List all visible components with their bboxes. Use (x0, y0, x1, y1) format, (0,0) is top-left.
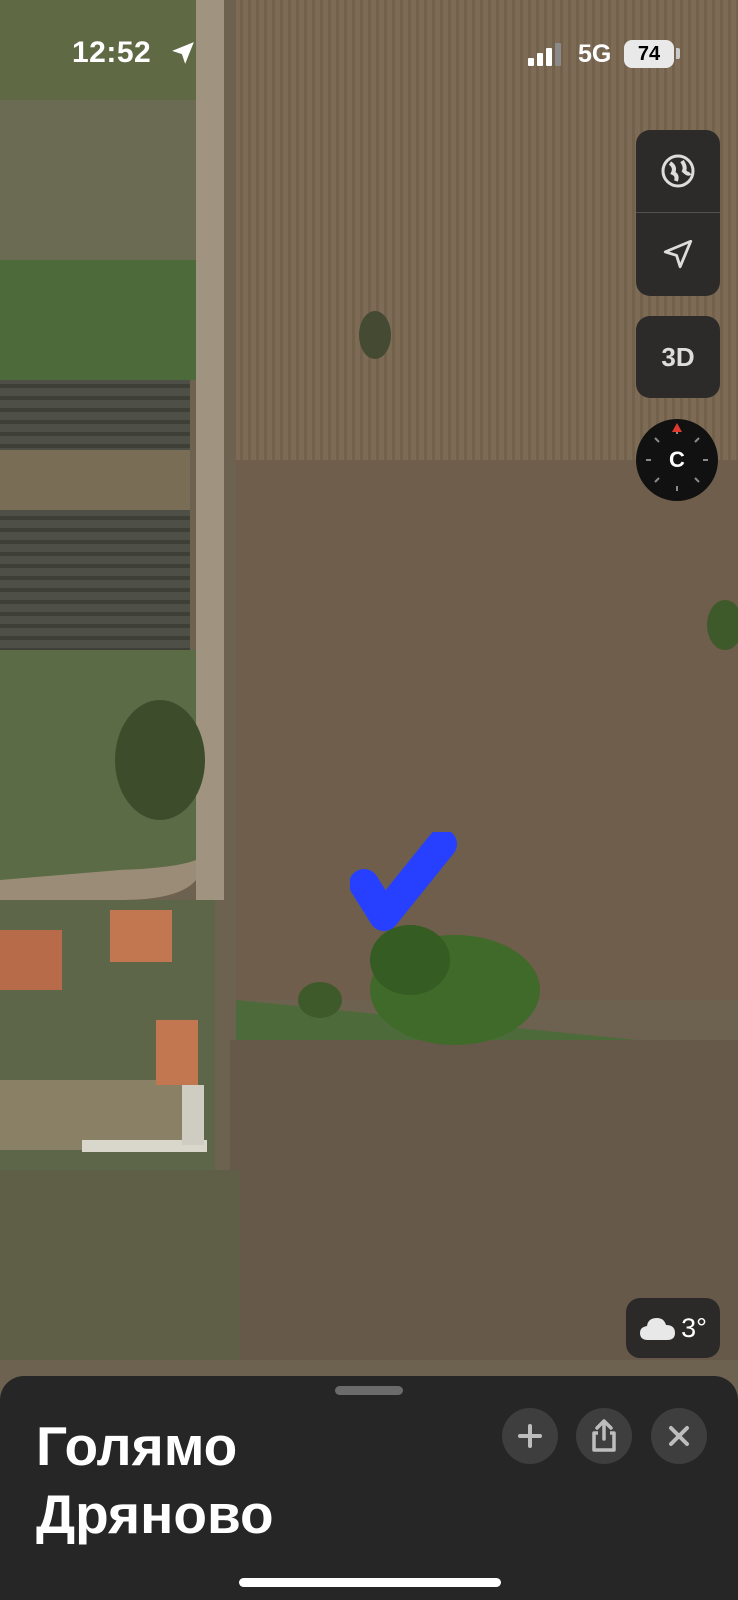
current-location-button[interactable] (636, 213, 720, 295)
weather-temperature: 3° (681, 1312, 707, 1343)
satellite-map[interactable] (0, 0, 738, 1600)
home-indicator[interactable] (239, 1578, 501, 1587)
add-button[interactable] (502, 1408, 558, 1464)
compass-button[interactable]: C (636, 419, 718, 501)
close-icon (669, 1426, 689, 1446)
place-title: Голямо Дряново (36, 1415, 274, 1545)
sheet-grabber[interactable] (335, 1386, 403, 1395)
location-arrow-icon (172, 42, 194, 64)
signal-icon (528, 43, 561, 66)
compass-letter: C (669, 447, 685, 472)
place-card-sheet[interactable]: Голямо Дряново (0, 1376, 738, 1600)
plus-icon (518, 1424, 542, 1448)
location-arrow-icon (663, 239, 693, 269)
battery-cap (676, 48, 680, 59)
battery-icon: 74 (624, 40, 674, 68)
checkmark-icon (350, 832, 457, 931)
map-controls (636, 130, 720, 296)
map-mode-button[interactable] (636, 130, 720, 212)
weather-badge[interactable]: 3° (626, 1298, 720, 1358)
three-d-button[interactable]: 3D (636, 316, 720, 398)
battery-level: 74 (637, 43, 661, 65)
network-label: 5G (578, 40, 612, 68)
share-icon (592, 1419, 616, 1452)
globe-icon (661, 154, 695, 188)
status-time: 12:52 (72, 36, 152, 69)
close-button[interactable] (651, 1408, 707, 1464)
share-button[interactable] (576, 1408, 632, 1464)
status-bar: 12:52 5G 74 (0, 0, 738, 110)
cloud-icon (640, 1318, 676, 1340)
